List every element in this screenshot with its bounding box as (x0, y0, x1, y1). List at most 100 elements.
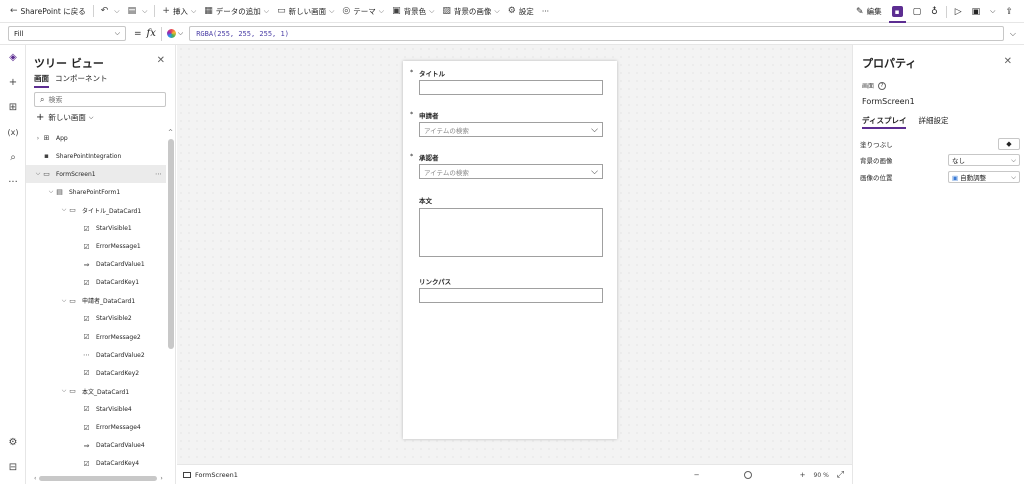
undo-button[interactable]: ↶ ⌵ (97, 0, 124, 23)
tree-node-sharepointintegration[interactable]: ▪ SharePointIntegration (26, 147, 166, 165)
tree-vertical-scrollbar[interactable]: ^ (167, 129, 174, 469)
applicant-combobox[interactable]: アイテムの検索 ⌵ (419, 122, 603, 137)
fill-color-button[interactable]: ◆ (998, 138, 1020, 150)
scroll-thumb[interactable] (39, 475, 158, 481)
chevron-down-icon: ⌵ (378, 6, 385, 15)
add-data-button[interactable]: ▦ データの追加 ⌵ (200, 0, 273, 23)
preview-button[interactable]: ▷ (950, 0, 967, 23)
bg-image-value: なし (952, 157, 965, 165)
tree-node-formscreen1[interactable]: ⌵ ▭ FormScreen1 ⋯ (26, 165, 166, 184)
tree-node-control[interactable]: ☑ StarVisible1 (26, 219, 166, 237)
current-screen-name[interactable]: FormScreen1 (195, 471, 238, 479)
more-icon[interactable]: ⋯ (155, 170, 162, 178)
link-field: リンクパス (419, 276, 603, 303)
expand-formula-icon[interactable]: ⌵ (1010, 29, 1016, 39)
tree-node-control[interactable]: ⇒ DataCardValue1 (26, 256, 166, 274)
back-to-sharepoint-button[interactable]: ← SharePoint に戻る (6, 0, 90, 23)
tree-node-datacard[interactable]: ⌵ ▭ 申請者_DataCard1 (26, 292, 166, 310)
node-label: ErrorMessage1 (96, 243, 141, 251)
settings-icon[interactable]: ⚙ (0, 430, 26, 455)
color-picker-icon[interactable] (166, 29, 176, 38)
health-check-button[interactable]: ♁ (926, 0, 943, 23)
scroll-thumb[interactable] (168, 139, 174, 349)
tree-node-control[interactable]: ⇒ DataCardValue4 (26, 437, 166, 455)
paste-button[interactable]: ▤ ⌵ (124, 0, 152, 23)
edit-button[interactable]: ✎ 編集 (851, 0, 887, 23)
tab-components[interactable]: コンポーネント (55, 73, 108, 88)
node-label: DataCardKey4 (96, 460, 140, 468)
image-position-dropdown[interactable]: ▣ 自動調整 ⌵ (948, 171, 1020, 183)
tree-node-control[interactable]: ☑ ErrorMessage2 (26, 328, 166, 346)
screen-icon (183, 471, 191, 478)
help-icon[interactable]: ? (878, 81, 887, 90)
formula-input[interactable]: RGBA(255, 255, 255, 1) (189, 26, 1004, 41)
publish-button[interactable]: ⇪ (1000, 0, 1018, 23)
tree-node-control[interactable]: ☑ StarVisible4 (26, 400, 166, 418)
insert-button[interactable]: + 挿入 ⌵ (158, 0, 200, 23)
scroll-up-icon[interactable]: ^ (167, 129, 174, 136)
variables-icon[interactable]: (x) (0, 120, 26, 145)
tree-node-control[interactable]: ☑ DataCardKey2 (26, 364, 166, 382)
tree-node-control[interactable]: ☑ DataCardKey4 (26, 455, 166, 473)
form-screen[interactable]: * タイトル * 申請者 アイテムの検索 ⌵ * 承認者 アイテムの検索 ⌵ 本文 リンク… (403, 61, 617, 439)
search-icon[interactable]: ⌕ (0, 145, 26, 170)
chevron-down-icon: ⌵ (61, 296, 67, 304)
more-button[interactable]: ··· (538, 0, 553, 23)
link-input[interactable] (419, 288, 603, 303)
approver-placeholder: アイテムの検索 (424, 168, 469, 177)
theme-button[interactable]: ◎ テーマ ⌵ (338, 0, 388, 23)
tree-search-input[interactable]: ⌕ 検索 (34, 92, 166, 107)
tree-node-control[interactable]: ☑ DataCardKey1 (26, 274, 166, 292)
divider (92, 5, 94, 17)
virtual-agent-icon[interactable]: ⊟ (0, 455, 26, 480)
chevron-down-icon: ⌵ (494, 6, 500, 15)
new-screen-icon: ▭ (277, 6, 286, 16)
tab-advanced[interactable]: 詳細設定 (918, 115, 948, 129)
fit-to-screen-icon[interactable]: ⤢ (837, 470, 844, 480)
data-icon[interactable]: ⊞ (0, 95, 26, 120)
new-screen-button[interactable]: ▭ 新しい画面 ⌵ (273, 0, 338, 23)
insert-icon[interactable]: + (0, 70, 26, 95)
save-options-button[interactable]: ⌵ (985, 0, 1000, 23)
zoom-out-button[interactable]: − (694, 471, 700, 479)
approver-combobox[interactable]: アイテムの検索 ⌵ (419, 164, 603, 179)
save-button[interactable]: ▣ (967, 0, 986, 23)
tree-node-control[interactable]: ☑ ErrorMessage1 (26, 238, 166, 256)
tree-node-datacard[interactable]: ⌵ ▭ 本文_DataCard1 (26, 382, 166, 400)
combobox-icon: ⋯ (83, 351, 90, 360)
body-textarea[interactable] (419, 208, 603, 257)
tree-node-sharepointform1[interactable]: ⌵ ▤ SharePointForm1 (26, 183, 166, 201)
tree-node-control[interactable]: ☑ ErrorMessage4 (26, 419, 166, 437)
zoom-in-button[interactable]: + (800, 471, 806, 479)
tree-node-control[interactable]: ☑ StarVisible2 (26, 310, 166, 328)
more-icon[interactable]: ··· (0, 170, 26, 195)
app-checker-button[interactable]: ▪ (887, 0, 908, 23)
settings-button[interactable]: ⚙ 設定 (504, 0, 538, 23)
bg-image-dropdown[interactable]: なし ⌵ (948, 154, 1020, 166)
chevron-down-icon: ⌵ (88, 113, 94, 121)
background-image-button[interactable]: ▨ 背景の画像 ⌵ (438, 0, 503, 23)
scroll-left-icon[interactable]: ‹ (34, 475, 36, 482)
tree-node-app[interactable]: › ⊞ App (26, 129, 166, 147)
tab-display[interactable]: ディスプレイ (862, 115, 907, 129)
scroll-right-icon[interactable]: › (160, 475, 162, 482)
plus-icon: + (36, 112, 45, 123)
close-icon[interactable]: ✕ (157, 55, 165, 66)
app-icon: ⊞ (43, 134, 50, 143)
close-icon[interactable]: ✕ (1004, 56, 1012, 67)
zoom-slider[interactable] (743, 471, 752, 479)
design-canvas[interactable]: * タイトル * 申請者 アイテムの検索 ⌵ * 承認者 アイテムの検索 ⌵ 本文 リンク… (177, 45, 852, 464)
tree-node-control[interactable]: ⋯ DataCardValue2 (26, 346, 166, 364)
tab-screens[interactable]: 画面 (34, 73, 49, 88)
control-name[interactable]: FormScreen1 (862, 97, 915, 106)
property-value: Fill (14, 29, 24, 38)
property-dropdown[interactable]: Fill ⌵ (8, 26, 126, 41)
title-input[interactable] (419, 80, 603, 95)
tree-horizontal-scrollbar[interactable]: ‹ › (34, 474, 172, 482)
new-screen-button[interactable]: + 新しい画面 ⌵ (36, 112, 93, 123)
tree-view-panel: ツリー ビュー ✕ 画面 コンポーネント ⌕ 検索 + 新しい画面 ⌵ › ⊞ Ap… (26, 45, 176, 484)
tree-view-icon[interactable]: ◈ (0, 45, 26, 70)
tree-node-datacard[interactable]: ⌵ ▭ タイトル_DataCard1 (26, 201, 166, 219)
background-color-button[interactable]: ▣ 背景色 ⌵ (388, 0, 438, 23)
comments-button[interactable]: ▢ (908, 0, 927, 23)
